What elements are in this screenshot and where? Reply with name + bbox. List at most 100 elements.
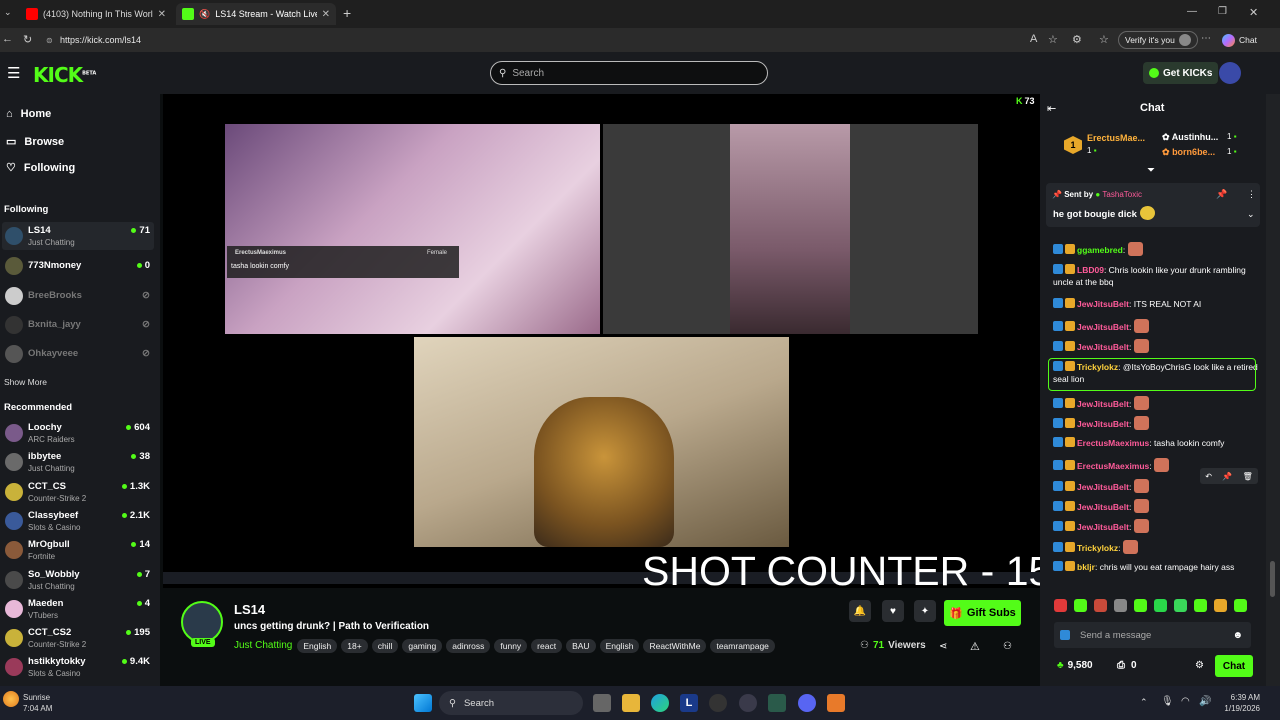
chat-username[interactable]: JewJitsuBelt xyxy=(1077,482,1129,492)
sidebar-channel-breebrooks[interactable]: BreeBrooks ⊘ xyxy=(2,282,154,310)
taskbar-search[interactable]: ⚲ Search xyxy=(439,691,583,715)
chat-message[interactable]: JewJitsuBelt: xyxy=(1053,319,1259,333)
chat-username[interactable]: ggamebred xyxy=(1077,245,1123,255)
emote-icon[interactable] xyxy=(1074,599,1087,612)
close-tab-icon[interactable]: ✕ xyxy=(322,9,330,20)
chat-message[interactable]: JewJitsuBelt: xyxy=(1053,499,1259,513)
sidebar-channel-773nmoney[interactable]: 773Nmoney 0 xyxy=(2,252,154,280)
emote-icon[interactable] xyxy=(1134,599,1147,612)
sidebar-recommended-channel[interactable]: Classybeef Slots & Casino 2.1K xyxy=(2,507,154,535)
nav-browse[interactable]: ▭ Browse xyxy=(6,135,64,149)
stream-tag[interactable]: ReactWithMe xyxy=(643,639,707,653)
stream-tag[interactable]: English xyxy=(297,639,338,653)
obs-icon[interactable] xyxy=(739,694,757,712)
extensions-icon[interactable]: ⚙ xyxy=(1072,33,1082,46)
sidebar-recommended-channel[interactable]: ibbytee Just Chatting 38 xyxy=(2,448,154,476)
expand-leaderboard-icon[interactable]: ⏷ xyxy=(1147,165,1155,176)
sidebar-channel-bxnita[interactable]: Bxnita_jayy ⊘ xyxy=(2,311,154,339)
chat-username[interactable]: bkljr xyxy=(1077,562,1095,572)
sidebar-channel-ls14[interactable]: LS14 Just Chatting 71 xyxy=(2,222,154,250)
stream-tag[interactable]: 18+ xyxy=(341,639,368,653)
chat-username[interactable]: Trickylokz xyxy=(1077,543,1118,553)
emote-icon[interactable] xyxy=(1174,599,1187,612)
favorites-icon[interactable]: ☆ xyxy=(1099,33,1109,46)
favorite-star-icon[interactable]: ☆ xyxy=(1048,33,1058,46)
scrollbar-thumb[interactable] xyxy=(1270,561,1275,597)
leader-entry[interactable]: ✿ born6be... xyxy=(1162,147,1215,158)
notification-button[interactable]: 🔔 xyxy=(849,600,871,622)
start-button-icon[interactable] xyxy=(414,694,432,712)
stream-tag[interactable]: react xyxy=(531,639,563,653)
tab-kick[interactable]: 🔇 LS14 Stream - Watch Live on K ✕ xyxy=(176,3,336,25)
mic-icon[interactable]: 🎙 xyxy=(1161,696,1174,707)
chevron-down-icon[interactable]: ⌄ xyxy=(1247,209,1255,220)
show-more-link[interactable]: Show More xyxy=(4,377,47,387)
user-avatar[interactable] xyxy=(1219,62,1241,84)
page-scrollbar[interactable] xyxy=(1266,94,1280,686)
reply-icon[interactable]: ↶ xyxy=(1205,472,1212,481)
stream-tag[interactable]: funny xyxy=(494,639,528,653)
gifts-display[interactable]: ⎙ 0 xyxy=(1117,660,1137,671)
volume-icon[interactable]: 🔊 xyxy=(1199,696,1211,707)
sidebar-recommended-channel[interactable]: So_Wobbly Just Chatting 7 xyxy=(2,566,154,594)
sidebar-recommended-channel[interactable]: Maeden VTubers 4 xyxy=(2,595,154,623)
follow-button[interactable]: ♥ xyxy=(882,600,904,622)
share-icon[interactable]: ⋖ xyxy=(939,641,947,652)
chat-username[interactable]: JewJitsuBelt xyxy=(1077,299,1129,309)
emote-icon[interactable] xyxy=(1054,599,1067,612)
emote-icon[interactable] xyxy=(1214,599,1227,612)
back-icon[interactable]: ← xyxy=(2,33,13,45)
chat-message[interactable]: ggamebred: xyxy=(1053,242,1259,256)
url-field[interactable]: ⊜ https://kick.com/ls14 xyxy=(40,30,1100,50)
chat-message[interactable]: JewJitsuBelt: xyxy=(1053,519,1259,533)
sidebar-recommended-channel[interactable]: MrOgbull Fortnite 14 xyxy=(2,536,154,564)
clock-time[interactable]: 6:39 AM xyxy=(1222,693,1260,702)
search-input[interactable]: ⚲ Search xyxy=(490,61,768,85)
chat-message[interactable]: Trickylokz: xyxy=(1053,540,1259,554)
terminal-icon[interactable] xyxy=(768,694,786,712)
task-view-icon[interactable] xyxy=(593,694,611,712)
sidebar-recommended-channel[interactable]: CCT_CS2 Counter-Strike 2 195 xyxy=(2,624,154,652)
copilot-chat-button[interactable]: Chat xyxy=(1222,31,1257,49)
emote-icon[interactable] xyxy=(1234,599,1247,612)
kick-logo[interactable]: KICKBETA xyxy=(33,63,96,87)
app-a-icon[interactable] xyxy=(827,694,845,712)
app-l-icon[interactable]: L xyxy=(680,694,698,712)
report-icon[interactable]: ⚠ xyxy=(970,640,980,653)
close-tab-icon[interactable]: ✕ xyxy=(158,9,166,20)
boost-button[interactable]: ✦ xyxy=(914,600,936,622)
stream-tag[interactable]: BAU xyxy=(566,639,596,653)
gift-subs-button[interactable]: 🎁 Gift Subs xyxy=(944,600,1021,626)
refresh-icon[interactable]: ↻ xyxy=(23,33,32,46)
chat-username[interactable]: JewJitsuBelt xyxy=(1077,419,1129,429)
sidebar-channel-ohkayveee[interactable]: Ohkayveee ⊘ xyxy=(2,340,154,368)
muted-icon[interactable]: 🔇 xyxy=(199,9,210,20)
get-kicks-button[interactable]: Get KICKs xyxy=(1143,62,1219,84)
emote-icon[interactable] xyxy=(1094,599,1107,612)
chat-message[interactable]: bkljr: chris will you eat rampage hairy … xyxy=(1053,561,1259,573)
chat-username[interactable]: JewJitsuBelt xyxy=(1077,502,1129,512)
nav-following[interactable]: ♡ Following xyxy=(6,161,75,175)
chat-message[interactable]: JewJitsuBelt: xyxy=(1053,396,1259,410)
user-options-icon[interactable]: ⚇ xyxy=(1003,641,1012,652)
sidebar-recommended-channel[interactable]: Loochy ARC Raiders 604 xyxy=(2,419,154,447)
sidebar-recommended-channel[interactable]: hstikkytokky Slots & Casino 9.4K xyxy=(2,653,154,681)
stream-tag[interactable]: English xyxy=(599,639,640,653)
emote-icon[interactable] xyxy=(1194,599,1207,612)
tab-list-icon[interactable]: ⌄ xyxy=(4,7,12,18)
app-icon[interactable] xyxy=(709,694,727,712)
stream-tag[interactable]: chill xyxy=(371,639,399,653)
new-tab-icon[interactable]: + xyxy=(343,5,351,21)
leader-entry[interactable]: ✿ Austinhu... xyxy=(1162,132,1218,143)
pin-icon[interactable]: 📌 xyxy=(1222,472,1232,481)
stream-tag[interactable]: teamrampage xyxy=(710,639,775,653)
channel-avatar[interactable] xyxy=(181,601,223,643)
chat-input[interactable]: Send a message ☻ xyxy=(1054,622,1251,648)
video-player[interactable]: ErectusMaeximus Female tasha lookin comf… xyxy=(163,94,1040,588)
maximize-icon[interactable]: ❐ xyxy=(1218,6,1227,17)
read-aloud-icon[interactable]: A xyxy=(1030,33,1037,45)
tray-chevron-icon[interactable]: ⌃ xyxy=(1140,697,1148,708)
minimize-icon[interactable]: — xyxy=(1187,6,1197,17)
edge-icon[interactable] xyxy=(651,694,669,712)
emoji-icon[interactable]: ☻ xyxy=(1232,630,1243,641)
